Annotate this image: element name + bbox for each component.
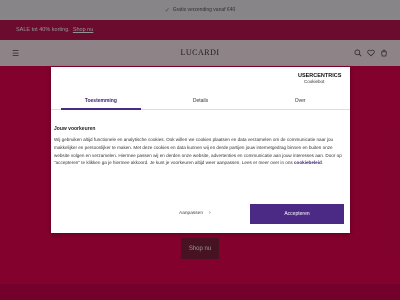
cookiebot-label: Cookiebot <box>304 79 325 84</box>
tab-about[interactable]: Over <box>250 95 350 109</box>
consent-heading: Jouw voorkeuren <box>54 126 96 132</box>
cookie-consent-dialog: USERCENTRICS Cookiebot Toestemming Detai… <box>51 67 350 233</box>
tab-details[interactable]: Details <box>151 95 251 109</box>
accept-button[interactable]: Accepteren <box>250 204 344 224</box>
cookie-policy-link[interactable]: cookiebeleid <box>294 160 322 165</box>
consent-body: Wij gebruiken altijd functionele en anal… <box>54 137 342 166</box>
tab-consent[interactable]: Toestemming <box>51 95 151 110</box>
consent-tabs: Toestemming Details Over <box>51 95 350 110</box>
chevron-right-icon: › <box>209 210 211 216</box>
manage-preferences-button[interactable]: Aanpassen › <box>179 210 211 216</box>
consent-content: Jouw voorkeuren Wij gebruiken altijd fun… <box>54 126 344 167</box>
usercentrics-logo: USERCENTRICS Cookiebot <box>296 73 341 84</box>
manage-label: Aanpassen <box>179 210 204 216</box>
